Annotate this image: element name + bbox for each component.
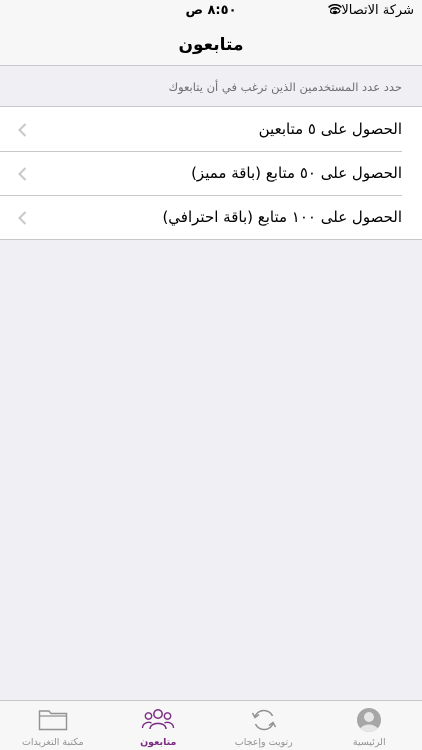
tab-tweet-library[interactable]: مكتبة التغريدات <box>0 701 106 750</box>
option-row-50-followers[interactable]: الحصول على ٥٠ متابع (باقة مميز) <box>0 151 422 195</box>
wifi-icon <box>328 3 342 19</box>
status-time: ٨:٥٠ ص <box>185 3 237 18</box>
user-icon <box>356 707 382 737</box>
tab-retweet-like[interactable]: رتويت وإعجاب <box>211 701 317 750</box>
navigation-bar: متابعون <box>0 24 422 66</box>
tab-followers[interactable]: متابعون <box>106 701 212 750</box>
options-list: الحصول على ٥ متابعين الحصول على ٥٠ متابع… <box>0 106 422 240</box>
chevron-left-icon <box>18 210 27 229</box>
page-title: متابعون <box>178 35 244 55</box>
screen: شركة الاتصالات ٨:٥٠ ص متابعون حدد عدد ال… <box>0 0 422 750</box>
option-label: الحصول على ٥٠ متابع (باقة مميز) <box>191 164 402 182</box>
chevron-left-icon <box>18 166 27 185</box>
status-bar: شركة الاتصالات ٨:٥٠ ص <box>0 0 422 24</box>
option-row-5-followers[interactable]: الحصول على ٥ متابعين <box>0 107 422 151</box>
people-icon <box>141 707 175 735</box>
refresh-icon <box>250 707 278 737</box>
option-label: الحصول على ٥ متابعين <box>258 120 402 138</box>
tab-label: رتويت وإعجاب <box>234 737 293 748</box>
folder-icon <box>38 707 68 735</box>
tab-home[interactable]: الرئيسية <box>317 701 422 750</box>
section-header: حدد عدد المستخدمين الذين ترغب في أن يتاب… <box>168 80 402 94</box>
chevron-left-icon <box>18 122 27 141</box>
option-row-100-followers[interactable]: الحصول على ١٠٠ متابع (باقة احترافي) <box>0 195 422 239</box>
tab-label: الرئيسية <box>352 737 386 748</box>
option-label: الحصول على ١٠٠ متابع (باقة احترافي) <box>162 208 402 226</box>
tab-label: مكتبة التغريدات <box>21 737 84 748</box>
tab-label: متابعون <box>140 737 177 748</box>
tab-bar: مكتبة التغريدات متابعون رتويت وإعجاب الر… <box>0 700 422 750</box>
